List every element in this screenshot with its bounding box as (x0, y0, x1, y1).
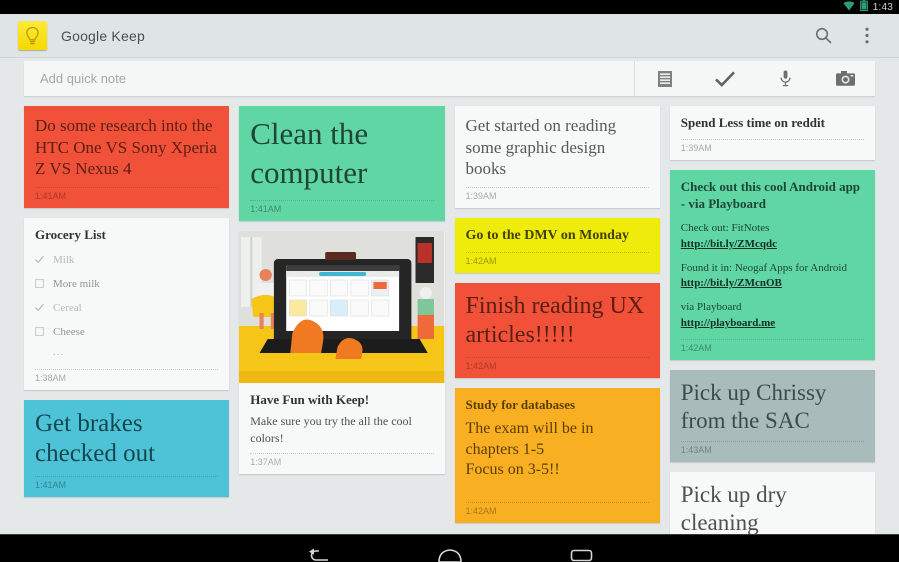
note-title: Pick up Chrissy from the SAC (680, 380, 827, 433)
note-timestamp: 1:39AM (680, 138, 864, 160)
note-timestamp: 1:38AM (35, 368, 219, 390)
recent-apps-icon[interactable] (555, 535, 609, 562)
camera-icon[interactable] (815, 61, 875, 96)
note-card[interactable]: Have Fun with Keep! Make sure you try th… (239, 230, 445, 475)
note-title: Study for databases (465, 396, 576, 412)
note-card[interactable]: Grocery List Milk More milk Cereal Chees… (24, 217, 230, 390)
note-timestamp: 1:43AM (680, 441, 864, 462)
microphone-icon[interactable] (755, 61, 815, 96)
checklist-item[interactable]: Cereal (35, 296, 218, 320)
checklist-item[interactable]: Milk (35, 248, 218, 272)
quick-note-bar-container (0, 58, 899, 102)
note-timestamp: 1:37AM (250, 453, 434, 474)
link-label: Check out: FitNotes (680, 221, 770, 234)
note-timestamp: 1:41AM (35, 186, 219, 208)
checklist-label: Cereal (53, 301, 82, 314)
note-title: Pick up dry cleaning (680, 482, 787, 534)
status-bar: 1:43 (0, 0, 899, 14)
quick-note-bar (24, 61, 875, 96)
note-card[interactable]: Study for databases The exam will be in … (454, 387, 660, 523)
note-title: Clean the computer (250, 116, 369, 190)
note-title: Finish reading UX articles!!!!! (465, 292, 645, 348)
app-title: Google Keep (61, 27, 145, 44)
note-card[interactable]: Check out this cool Android app - via Pl… (669, 169, 875, 361)
note-card[interactable]: Do some research into the HTC One VS Son… (24, 106, 230, 208)
checklist-label: More milk (53, 277, 100, 290)
note-timestamp: 1:42AM (680, 339, 864, 360)
note-link[interactable]: http://bit.ly/ZMcnOB (681, 276, 864, 292)
note-card[interactable]: Clean the computer 1:41AM (239, 106, 445, 221)
note-card[interactable]: Spend Less time on reddit 1:39AM (669, 106, 875, 160)
checkmark-icon[interactable] (695, 61, 755, 96)
note-title: Grocery List (35, 226, 106, 242)
note-text: Make sure you try the all the cool color… (250, 414, 412, 445)
note-title: Have Fun with Keep! (250, 391, 370, 407)
note-card[interactable]: Finish reading UX articles!!!!! 1:42AM (454, 282, 660, 378)
link-group: Found it in: Neogaf Apps for Android htt… (681, 261, 864, 293)
checklist-item[interactable]: Cheese (35, 320, 218, 344)
note-title: Get started on reading some graphic desi… (465, 116, 617, 179)
android-navigation-bar (0, 534, 899, 562)
action-bar: Google Keep (0, 14, 899, 58)
note-title: Go to the DMV on Monday (465, 227, 629, 243)
checkbox-empty-icon (35, 279, 44, 289)
checklist-label: Cheese (53, 325, 85, 338)
checkbox-checked-icon (35, 303, 44, 312)
note-title: Do some research into the HTC One VS Son… (35, 116, 217, 179)
back-icon[interactable] (291, 535, 345, 562)
note-timestamp: 1:41AM (250, 199, 434, 221)
quick-note-input[interactable] (24, 61, 634, 96)
note-link[interactable]: http://bit.ly/ZMcqdc (681, 237, 864, 253)
notes-column-3: Get started on reading some graphic desi… (454, 106, 660, 523)
note-card[interactable]: Go to the DMV on Monday 1:42AM (454, 217, 660, 273)
checklist-label: Milk (53, 253, 75, 266)
note-card[interactable]: Pick up dry cleaning (669, 472, 875, 534)
keep-lightbulb-logo[interactable] (18, 21, 47, 50)
search-icon[interactable] (801, 14, 845, 58)
note-timestamp: 1:42AM (465, 251, 649, 273)
note-card[interactable]: Pick up Chrissy from the SAC 1:43AM (669, 370, 875, 463)
note-title: Check out this cool Android app - via Pl… (680, 178, 861, 211)
checklist-item[interactable]: More milk (35, 272, 218, 296)
note-title: Spend Less time on reddit (680, 115, 825, 130)
status-bar-clock: 1:43 (872, 1, 893, 13)
note-timestamp: 1:42AM (465, 356, 649, 378)
note-card[interactable]: Get brakes checked out 1:41AM (24, 399, 230, 497)
link-group: via Playboard http://playboard.me (681, 300, 864, 332)
notes-column-2: Clean the computer 1:41AM Have Fun with … (239, 106, 445, 475)
new-list-icon[interactable] (635, 61, 695, 96)
home-icon[interactable] (423, 535, 477, 562)
note-timestamp: 1:41AM (35, 475, 219, 497)
note-timestamp: 1:39AM (465, 186, 649, 208)
note-body: Have Fun with Keep! Make sure you try th… (239, 383, 444, 475)
checkbox-checked-icon (35, 255, 44, 264)
note-link[interactable]: http://playboard.me (681, 316, 864, 332)
notes-column-1: Do some research into the HTC One VS Son… (24, 106, 230, 497)
notes-column-4: Spend Less time on reddit 1:39AM Check o… (669, 106, 875, 534)
notes-grid: Do some research into the HTC One VS Son… (0, 102, 899, 534)
note-card[interactable]: Get started on reading some graphic desi… (454, 106, 660, 208)
note-timestamp: 1:42AM (465, 501, 649, 523)
quick-note-actions (634, 61, 875, 96)
checklist-more-indicator: ... (53, 345, 65, 358)
note-checklist: Milk More milk Cereal Cheese ... (35, 248, 218, 362)
checkbox-empty-icon (35, 327, 44, 337)
note-title: Get brakes checked out (35, 409, 156, 467)
note-text: The exam will be in chapters 1-5 Focus o… (465, 420, 594, 479)
google-keep-app: Google Keep Add quick note Do some resea… (0, 14, 899, 534)
link-label: Found it in: Neogaf Apps for Android (680, 261, 847, 274)
keep-laptop-illustration (239, 230, 445, 383)
link-label: via Playboard (680, 301, 742, 314)
overflow-menu-icon[interactable] (845, 14, 889, 58)
link-group: Check out: FitNotes http://bit.ly/ZMcqdc (681, 221, 864, 253)
